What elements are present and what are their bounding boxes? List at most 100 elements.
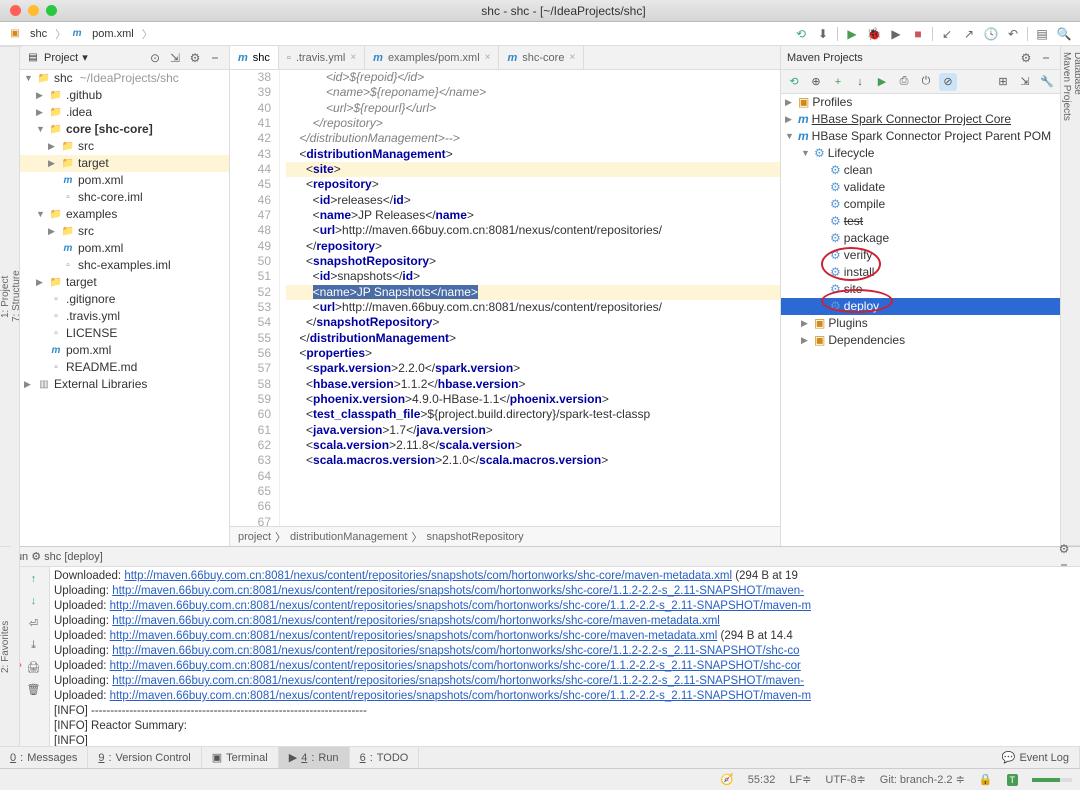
tree-node[interactable]: ▶📁.idea — [20, 104, 229, 121]
close-icon[interactable]: × — [350, 52, 356, 63]
sync-icon[interactable]: ⟲ — [793, 26, 809, 42]
maven-node[interactable]: ▶▣Dependencies — [781, 332, 1060, 349]
close-icon[interactable]: × — [485, 52, 491, 63]
tree-node[interactable]: mpom.xml — [20, 342, 229, 359]
build-icon[interactable]: ⬇ — [815, 26, 831, 42]
maven-node[interactable]: ⚙clean — [781, 162, 1060, 179]
skip-tests-icon[interactable]: ⊘ — [939, 73, 957, 91]
settings-icon[interactable]: 🔧 — [1038, 73, 1056, 91]
editor-tab[interactable]: mshc — [230, 46, 279, 69]
tree-node[interactable]: ▫shc-core.iml — [20, 189, 229, 206]
gear-icon[interactable]: ⚙ — [1018, 50, 1034, 66]
execute-icon[interactable]: ⎙ — [895, 73, 913, 91]
maven-node[interactable]: ⚙site — [781, 281, 1060, 298]
tree-node[interactable]: ▶📁target — [20, 155, 229, 172]
download-icon[interactable]: ↓ — [851, 73, 869, 91]
status-badge[interactable]: T — [1007, 774, 1019, 786]
maven-tree[interactable]: ▶▣Profiles▶mHBase Spark Connector Projec… — [781, 94, 1060, 546]
debug-icon[interactable]: 🐞 — [866, 26, 882, 42]
up-icon[interactable]: ↑ — [26, 571, 42, 587]
scroll-end-icon[interactable]: ⤓ — [26, 637, 42, 653]
vcs-revert-icon[interactable]: ↶ — [1005, 26, 1021, 42]
compass-icon[interactable]: 🧭 — [720, 773, 734, 786]
maven-node[interactable]: ▶▣Profiles — [781, 94, 1060, 111]
toolwindow-button[interactable]: 0: Messages — [0, 747, 88, 768]
tree-node[interactable]: mpom.xml — [20, 172, 229, 189]
maven-node[interactable]: ⚙compile — [781, 196, 1060, 213]
tree-node[interactable]: ▼📁core [shc-core] — [20, 121, 229, 138]
maven-node[interactable]: ⚙test — [781, 213, 1060, 230]
toolwindow-button[interactable]: ▶4: Run — [279, 747, 350, 768]
maven-node[interactable]: ▼mHBase Spark Connector Project Parent P… — [781, 128, 1060, 145]
tree-node[interactable]: ▶📁.github — [20, 87, 229, 104]
vcs-commit-icon[interactable]: ↗ — [961, 26, 977, 42]
tree-node[interactable]: ▫shc-examples.iml — [20, 257, 229, 274]
show-deps-icon[interactable]: ⊞ — [994, 73, 1012, 91]
tree-node[interactable]: ▫.travis.yml — [20, 308, 229, 325]
coverage-icon[interactable]: ▶ — [888, 26, 904, 42]
git-branch[interactable]: Git: branch-2.2 ≑ — [880, 773, 965, 786]
lock-icon[interactable]: 🔒 — [979, 773, 993, 786]
stop-icon[interactable]: ■ — [910, 26, 926, 42]
encoding[interactable]: UTF-8≑ — [825, 773, 865, 786]
code-content[interactable]: <id>${repoid}</id> <name>${reponame}</na… — [286, 70, 780, 526]
maven-node[interactable]: ⚙verify — [781, 247, 1060, 264]
refresh-icon[interactable]: ⟲ — [785, 73, 803, 91]
toolwindow-button[interactable]: 6: TODO — [350, 747, 420, 768]
memory-indicator[interactable] — [1032, 778, 1072, 782]
structure-icon[interactable]: ▤ — [1034, 26, 1050, 42]
wrap-icon[interactable]: ⏎ — [26, 615, 42, 631]
editor-tab[interactable]: ▫.travis.yml× — [279, 46, 365, 69]
hide-icon[interactable]: ⎯ — [207, 50, 223, 66]
tree-node[interactable]: ▶📁src — [20, 138, 229, 155]
zoom-window-button[interactable] — [46, 5, 57, 16]
maven-node[interactable]: ▶▣Plugins — [781, 315, 1060, 332]
toggle-offline-icon[interactable]: ⏻ — [917, 73, 935, 91]
tree-node[interactable]: ▼📁shc~/IdeaProjects/shc — [20, 70, 229, 87]
maven-node[interactable]: ⚙validate — [781, 179, 1060, 196]
toolwindow-button[interactable]: 9: Version Control — [88, 747, 201, 768]
vcs-update-icon[interactable]: ↙ — [939, 26, 955, 42]
maven-node[interactable]: ▶mHBase Spark Connector Project Core — [781, 111, 1060, 128]
console-output[interactable]: Downloaded: http://maven.66buy.com.cn:80… — [50, 567, 1080, 746]
project-tool-tab[interactable]: 1: Project — [0, 46, 11, 546]
minimize-window-button[interactable] — [28, 5, 39, 16]
generate-sources-icon[interactable]: ⊕ — [807, 73, 825, 91]
vcs-history-icon[interactable]: 🕓 — [983, 26, 999, 42]
eventlog-button[interactable]: 💬Event Log — [992, 747, 1080, 768]
tree-node[interactable]: ▫README.md — [20, 359, 229, 376]
maven-node[interactable]: ⚙package — [781, 230, 1060, 247]
tree-node[interactable]: ▶📁target — [20, 274, 229, 291]
run-icon[interactable]: ▶ — [844, 26, 860, 42]
maven-node[interactable]: ▼⚙Lifecycle — [781, 145, 1060, 162]
tree-node[interactable]: ▶📁src — [20, 223, 229, 240]
toolwindow-button[interactable]: ▣Terminal — [202, 747, 279, 768]
add-icon[interactable]: + — [829, 73, 847, 91]
target-icon[interactable]: ⊙ — [147, 50, 163, 66]
code-breadcrumb[interactable]: project〉 distributionManagement〉 snapsho… — [230, 526, 780, 546]
maven-node[interactable]: ⚙deploy — [781, 298, 1060, 315]
tree-node[interactable]: ▼📁examples — [20, 206, 229, 223]
run-icon[interactable]: ▶ — [873, 73, 891, 91]
search-icon[interactable]: 🔍 — [1056, 26, 1072, 42]
down-icon[interactable]: ↓ — [26, 593, 42, 609]
breadcrumb-file[interactable]: pom.xml — [88, 26, 138, 42]
close-window-button[interactable] — [10, 5, 21, 16]
tree-node[interactable]: ▫.gitignore — [20, 291, 229, 308]
tree-node[interactable]: ▫LICENSE — [20, 325, 229, 342]
close-icon[interactable]: × — [569, 52, 575, 63]
tree-node[interactable]: mpom.xml — [20, 240, 229, 257]
structure-tool-tab[interactable]: 7: Structure — [11, 46, 22, 546]
clear-icon[interactable]: 🗑 — [26, 681, 42, 697]
database-tool-tab[interactable]: Database — [1072, 46, 1080, 546]
favorites-tool-tab[interactable]: 2: Favorites — [0, 546, 11, 746]
print-icon[interactable]: 🖨 — [26, 659, 42, 675]
line-separator[interactable]: LF≑ — [789, 773, 811, 786]
hide-icon[interactable]: ⎯ — [1038, 50, 1054, 66]
gear-icon[interactable]: ⚙ — [187, 50, 203, 66]
maven-node[interactable]: ⚙install — [781, 264, 1060, 281]
editor-tab[interactable]: mshc-core× — [499, 46, 584, 69]
collapse-icon[interactable]: ⇲ — [167, 50, 183, 66]
collapse-all-icon[interactable]: ⇲ — [1016, 73, 1034, 91]
tree-node[interactable]: ▶▥External Libraries — [20, 376, 229, 393]
